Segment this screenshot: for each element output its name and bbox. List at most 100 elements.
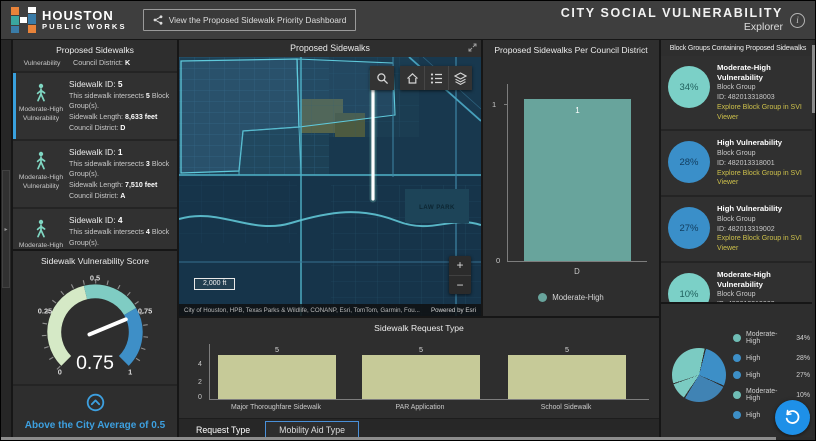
- block-groups-panel: Block Groups Containing Proposed Sidewal…: [661, 40, 815, 302]
- bar-value: 5: [275, 345, 279, 354]
- panel-expand-handle[interactable]: ▸: [2, 170, 10, 288]
- list-item-sidewalk-5[interactable]: Moderate-High Vulnerability Sidewalk ID:…: [13, 73, 177, 142]
- houston-logo: HOUSTON PUBLIC WORKS: [11, 7, 127, 33]
- home-button[interactable]: [400, 66, 424, 90]
- right-column: Block Groups Containing Proposed Sidewal…: [661, 40, 815, 440]
- view-priority-dashboard-button[interactable]: View the Proposed Sidewalk Priority Dash…: [142, 9, 357, 31]
- map-attribution: City of Houston, HPB, Texas Parks & Wild…: [179, 304, 481, 316]
- pct-badge: 27%: [668, 207, 710, 250]
- list-item-sidewalk-1[interactable]: Moderate-High Vulnerability Sidewalk ID:…: [13, 141, 177, 210]
- map-zoom-control: + −: [449, 256, 471, 294]
- vulnerability-score-gauge-panel: Sidewalk Vulnerability Score 0 0.25 0.5 …: [13, 251, 177, 440]
- pie-legend-row: Moderate-High 10%: [733, 388, 810, 402]
- chevron-right-icon: ▸: [4, 226, 8, 233]
- xlabel-school-sidewalk: School Sidewalk: [540, 404, 592, 411]
- block-group-id: ID: 482013318001: [717, 159, 775, 167]
- peek-district-value: K: [124, 58, 131, 67]
- item-length: Sidewalk Length: 8,633 feet: [69, 112, 158, 121]
- svi-viewer-link[interactable]: Explore Block Group in SVI Viewer: [717, 234, 810, 254]
- gauge-tick-025: 0.25: [38, 307, 52, 316]
- sidewalk-id-label: Sidewalk ID:: [69, 79, 116, 89]
- vulnerability-level: Moderate-High Vulnerability: [717, 270, 771, 289]
- expand-icon[interactable]: [468, 43, 477, 52]
- map-canvas[interactable]: LAW PARK 2,000 ft + − City of Houston, H…: [179, 57, 481, 316]
- council-bar-D: 1: [524, 99, 631, 261]
- houston-logo-text: HOUSTON PUBLIC WORKS: [42, 9, 127, 31]
- svi-viewer-link[interactable]: Explore Block Group in SVI Viewer: [717, 103, 810, 123]
- logo-line1: HOUSTON: [42, 8, 114, 24]
- item-details: Sidewalk ID: 4 This sidewalk intersects …: [66, 214, 173, 249]
- legend-label: Moderate-High: [746, 388, 778, 402]
- layers-button[interactable]: [448, 66, 472, 90]
- xlabel-major-thoroughfare: Major Thoroughfare Sidewalk: [231, 404, 321, 411]
- search-button[interactable]: [370, 66, 394, 90]
- dashboard: HOUSTON PUBLIC WORKS View the Proposed S…: [0, 0, 816, 441]
- left-collapse-strip: ▸: [1, 40, 11, 440]
- horizontal-scrollbar: [1, 437, 815, 440]
- block-group-item-319002[interactable]: 27% High Vulnerability Block Group ID: 4…: [661, 197, 815, 264]
- info-icon[interactable]: i: [790, 12, 805, 28]
- item-length: Sidewalk Length: 7,510 feet: [69, 181, 158, 190]
- pie-legend-row: Moderate-High 34%: [733, 331, 810, 345]
- zoom-in-button[interactable]: +: [449, 256, 471, 275]
- zoom-out-button[interactable]: −: [449, 275, 471, 294]
- council-ytick-0: 0: [496, 256, 501, 265]
- map-header: Proposed Sidewalks: [179, 40, 481, 57]
- refresh-button[interactable]: [775, 400, 810, 435]
- vulnerability-level: High Vulnerability: [717, 204, 783, 214]
- houston-logo-mark: [11, 7, 36, 33]
- block-group-item-319003[interactable]: 10% Moderate-High Vulnerability Block Gr…: [661, 263, 815, 302]
- legend-button[interactable]: [424, 66, 448, 90]
- council-legend: Moderate-High: [483, 293, 659, 302]
- block-group-info: Moderate-High Vulnerability Block Group …: [717, 270, 810, 302]
- pct-badge: 34%: [668, 66, 710, 108]
- bar-par-application: 5: [362, 345, 480, 399]
- block-group-item-318003[interactable]: 34% Moderate-High Vulnerability Block Gr…: [661, 56, 815, 132]
- gauge-tick-075: 0.75: [138, 307, 152, 316]
- block-group-label: Block Group: [717, 291, 756, 299]
- item-vulnerability-label: Moderate-High Vulnerability: [18, 106, 64, 122]
- list-item-partial-top[interactable]: Vulnerability Council District: K: [13, 58, 177, 73]
- search-icon: [376, 72, 388, 84]
- horizontal-scrollbar-thumb[interactable]: [1, 437, 776, 440]
- request-type-chart-panel: Sidewalk Request Type 4 2 0 5 5 5 Major …: [179, 318, 659, 440]
- block-group-item-318001[interactable]: 28% High Vulnerability Block Group ID: 4…: [661, 131, 815, 198]
- map-title: Proposed Sidewalks: [290, 43, 370, 53]
- item-vulnerability-block: Moderate-High Vulnerability: [16, 146, 66, 201]
- page-subtitle: Explorer: [743, 21, 783, 34]
- council-ytick-mark: [504, 104, 508, 105]
- gauge-value: 0.75: [76, 352, 114, 374]
- council-bar-value: 1: [575, 106, 580, 115]
- vertical-scrollbar-thumb[interactable]: [812, 45, 815, 113]
- svi-viewer-link[interactable]: Explore Block Group in SVI Viewer: [717, 169, 810, 189]
- center-top-row: Proposed Sidewalks LAW PARK 2,000 ft + −…: [179, 40, 659, 316]
- council-district-chart-panel: Proposed Sidewalks Per Council District …: [483, 40, 659, 316]
- gauge-annotation: Above the City Average of 0.5: [24, 420, 166, 431]
- item-intersects: This sidewalk intersects 5 Block Group(s…: [69, 91, 170, 111]
- gauge-tick-0: 0: [58, 368, 62, 377]
- vulnerability-pie-panel: Moderate-High 34% High 28% High 27% Mode…: [661, 304, 815, 440]
- layers-icon: [454, 71, 467, 85]
- pct-badge: 28%: [668, 141, 710, 184]
- peek-vulnerability-label: Vulnerability: [23, 60, 61, 67]
- council-ytick-1: 1: [492, 100, 497, 109]
- refresh-icon: [785, 409, 800, 424]
- item-vulnerability-label: Moderate-High Vulnerability: [18, 174, 64, 190]
- block-group-id: ID: 482013319003: [717, 300, 810, 302]
- header-right: CITY SOCIAL VULNERABILITY Explorer i: [561, 6, 805, 35]
- map-tool-group: [400, 66, 472, 90]
- map-toolbar: [370, 66, 472, 90]
- pct-badge: 10%: [668, 273, 710, 302]
- vulnerability-level: Moderate-High Vulnerability: [717, 63, 771, 82]
- tab-mobility-aid-type[interactable]: Mobility Aid Type: [265, 421, 359, 438]
- item-length: Sidewalk Length: 4,554 feet: [69, 248, 173, 249]
- bar-school-sidewalk: 5: [508, 345, 626, 399]
- list-item-sidewalk-4[interactable]: Moderate-High Vulnerability Sidewalk ID:…: [13, 209, 177, 249]
- legend-dot-teal: [733, 391, 741, 399]
- map-scalebar: 2,000 ft: [194, 278, 236, 290]
- vertical-scrollbar: [812, 40, 815, 436]
- gauge-tick-1: 1: [128, 368, 132, 377]
- item-vulnerability-block: Moderate-High Vulnerability: [16, 214, 66, 249]
- legend-pct: 27%: [796, 371, 810, 379]
- sidewalk-id-value: 5: [117, 79, 123, 89]
